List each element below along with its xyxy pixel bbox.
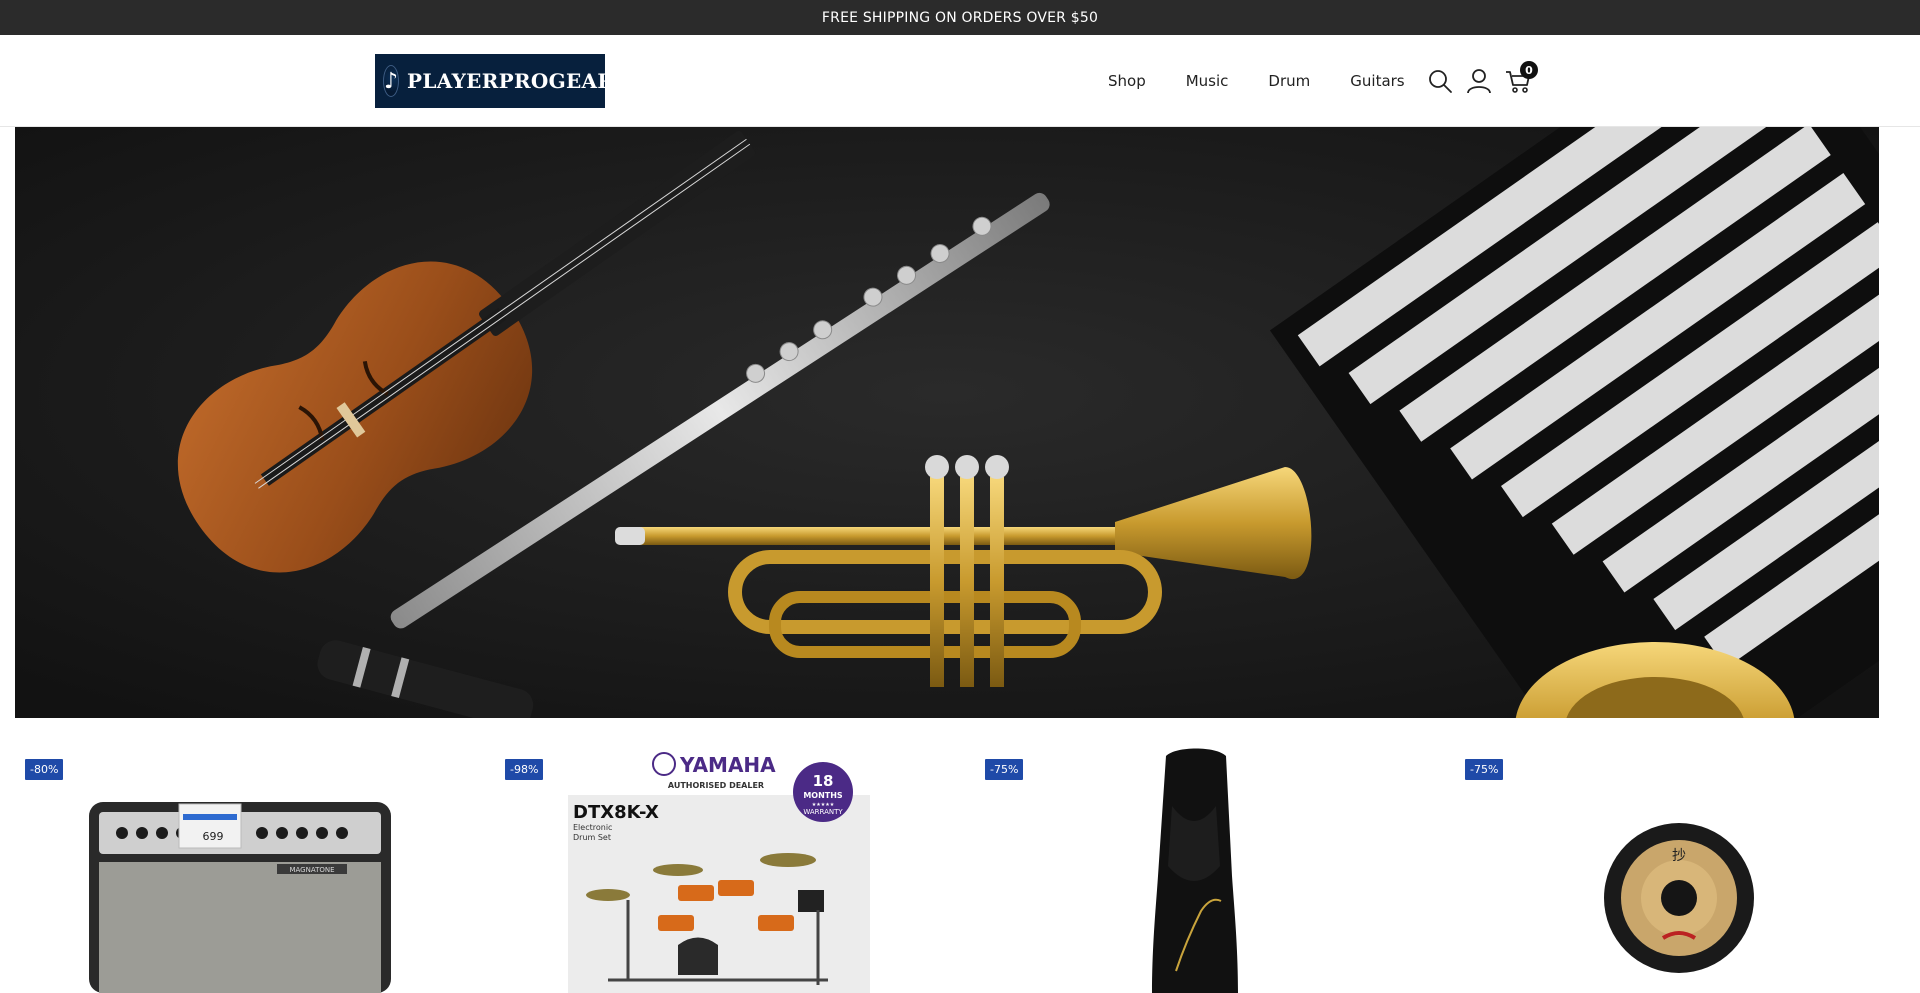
user-icon bbox=[1467, 69, 1491, 94]
product-card-4[interactable]: -75% 抄 bbox=[1440, 718, 1920, 993]
discount-badge: -75% bbox=[985, 759, 1024, 780]
amp-price-tag: 699 bbox=[203, 830, 224, 843]
discount-badge: -80% bbox=[25, 759, 64, 780]
nav-item-shop[interactable]: Shop bbox=[1108, 72, 1146, 90]
drum-subtitle-1: Electronic bbox=[573, 823, 612, 832]
discount-badge: -98% bbox=[505, 759, 544, 780]
account-button[interactable] bbox=[1465, 67, 1493, 95]
nav-item-guitars[interactable]: Guitars bbox=[1350, 72, 1404, 90]
drum-subtitle-2: Drum Set bbox=[573, 833, 611, 842]
product-card-1[interactable]: -80% MAGNATONE 699 bbox=[0, 718, 480, 993]
yamaha-brand: YAMAHA bbox=[679, 753, 776, 777]
warranty-number: 18 bbox=[813, 772, 834, 790]
drum-model: DTX8K-X bbox=[573, 802, 659, 823]
product-card-3[interactable]: -75% bbox=[960, 718, 1440, 993]
product-image-gong: 抄 bbox=[1604, 823, 1754, 973]
product-image-amplifier: MAGNATONE 699 bbox=[89, 802, 391, 993]
header-icons: 0 bbox=[1426, 35, 1538, 127]
search-button[interactable] bbox=[1426, 67, 1454, 95]
product-card-2[interactable]: -98% YAMAHA AUTHORISED DEALER 18 MONTHS … bbox=[480, 718, 960, 993]
amp-brand-plate: MAGNATONE bbox=[289, 866, 334, 874]
svg-text:抄: 抄 bbox=[1672, 848, 1686, 864]
search-icon bbox=[1429, 70, 1452, 93]
product-grid: -80% MAGNATONE 699 -98% YAMAHA AUTHORISE… bbox=[0, 718, 1920, 993]
logo-text: PLAYERPROGEAR bbox=[407, 69, 615, 93]
discount-badge: -75% bbox=[1465, 759, 1504, 780]
announcement-text: FREE SHIPPING ON ORDERS OVER $50 bbox=[821, 9, 1099, 26]
site-header: ♪ PLAYERPROGEAR Shop Music Drum Guitars bbox=[0, 35, 1920, 127]
cart-button[interactable]: 0 bbox=[1504, 61, 1538, 95]
dealer-label: AUTHORISED DEALER bbox=[668, 781, 764, 790]
logo-link[interactable]: ♪ PLAYERPROGEAR bbox=[375, 54, 614, 108]
warranty-months: MONTHS bbox=[803, 791, 843, 800]
hero-image bbox=[15, 127, 1879, 718]
music-note-icon: ♪ bbox=[383, 65, 400, 97]
cart-count-badge: 0 bbox=[1520, 61, 1538, 79]
main-nav: Shop Music Drum Guitars bbox=[1108, 35, 1405, 127]
warranty-label: WARRANTY bbox=[803, 808, 843, 816]
nav-item-music[interactable]: Music bbox=[1186, 72, 1229, 90]
product-image-mouthpiece bbox=[1152, 748, 1238, 993]
product-image-drum-kit: YAMAHA AUTHORISED DEALER 18 MONTHS ★★★★★… bbox=[568, 750, 870, 993]
announcement-bar: FREE SHIPPING ON ORDERS OVER $50 bbox=[0, 0, 1920, 35]
hero-banner[interactable] bbox=[15, 127, 1879, 718]
nav-item-drum[interactable]: Drum bbox=[1268, 72, 1310, 90]
